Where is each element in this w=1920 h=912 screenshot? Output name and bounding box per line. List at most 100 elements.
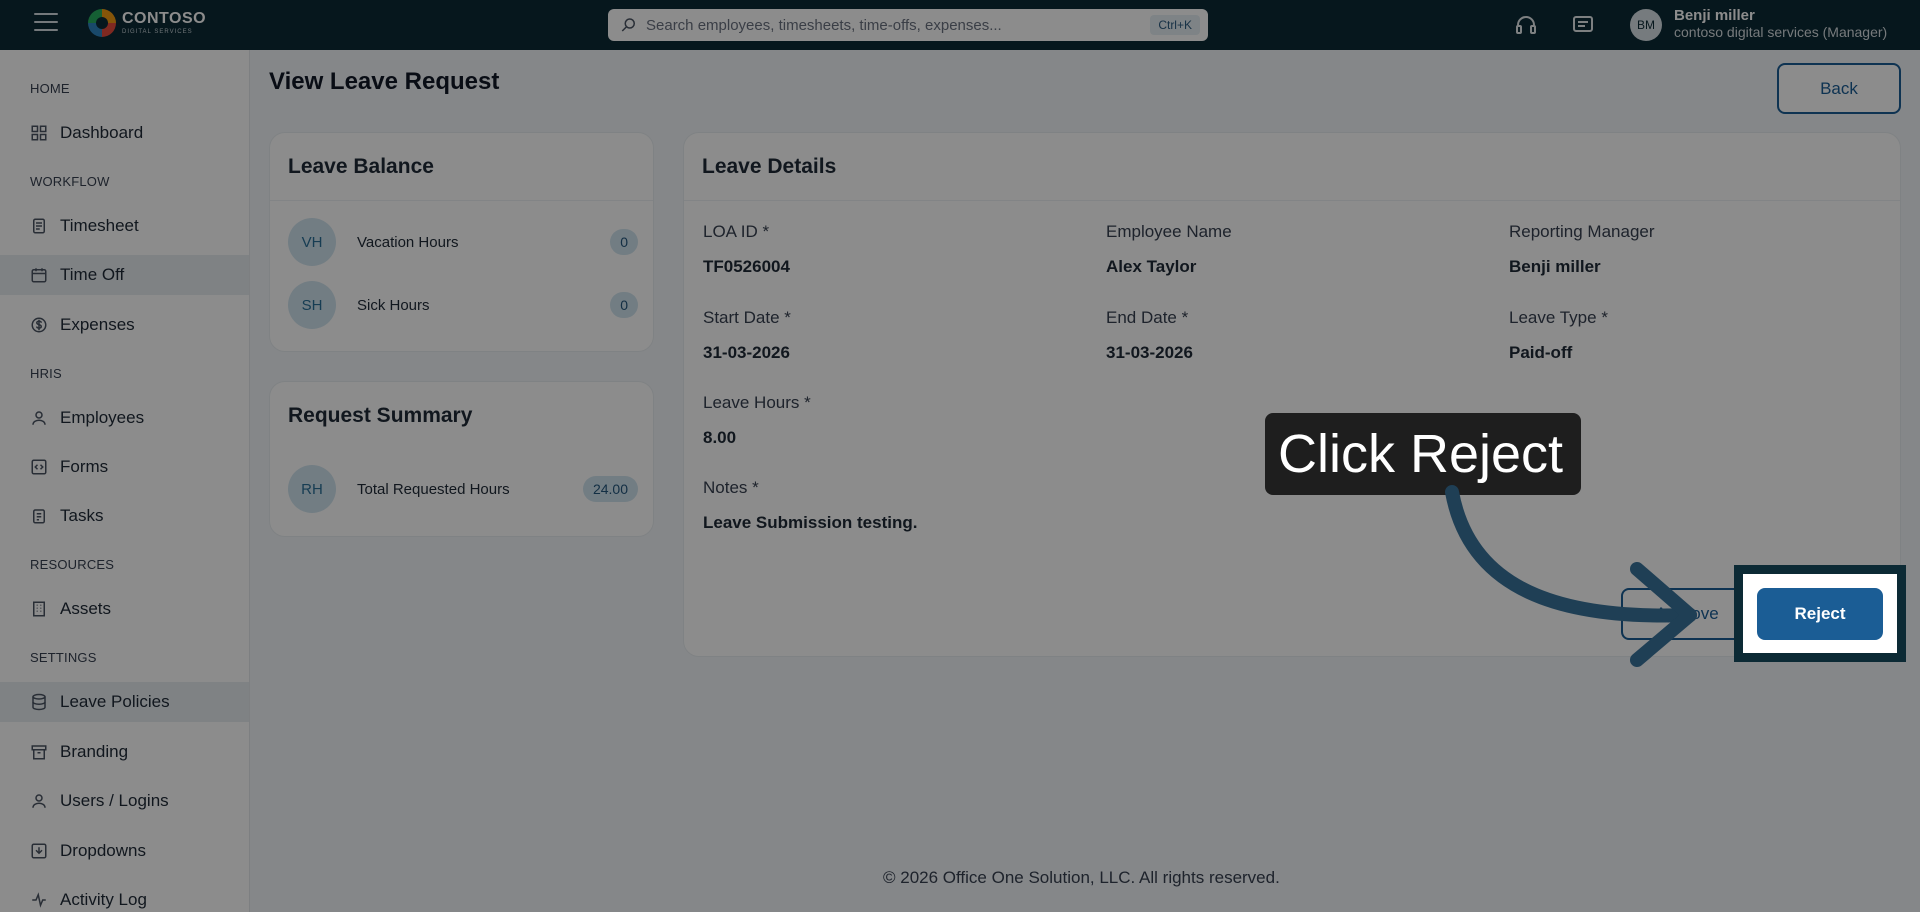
user-avatar[interactable]: BM <box>1630 9 1662 41</box>
search-input[interactable] <box>646 16 1151 34</box>
activity-icon <box>32 892 46 908</box>
summary-label: Total Requested Hours <box>357 480 510 498</box>
user-name: Benji miller <box>1674 7 1755 24</box>
sidebar-section-home: HOME <box>30 81 70 96</box>
employee-name-value: Alex Taylor <box>1106 257 1197 276</box>
page-title: View Leave Request <box>269 68 500 95</box>
employee-name-label: Employee Name <box>1106 222 1232 241</box>
sidebar-item-expenses[interactable]: Expenses <box>0 305 249 345</box>
sidebar-item-label: Timesheet <box>60 216 139 235</box>
balance-chip: SH <box>288 281 336 329</box>
leave-hours-value: 8.00 <box>703 428 737 447</box>
sidebar-item-timesheet[interactable]: Timesheet <box>0 206 249 246</box>
sidebar-section-hris: HRIS <box>30 366 62 381</box>
sidebar-item-label: Expenses <box>60 315 135 334</box>
dollar-icon <box>31 317 47 333</box>
summary-count: 24.00 <box>582 476 638 502</box>
company-logo[interactable]: CONTOSO DIGITAL SERVICES <box>88 9 206 37</box>
leave-type-value: Paid-off <box>1509 343 1573 362</box>
balance-label: Sick Hours <box>357 296 430 314</box>
loa-id-label: LOA ID * <box>703 222 770 241</box>
sidebar-item-label: Dashboard <box>60 123 144 142</box>
user-icon <box>32 794 46 808</box>
sidebar: HOME Dashboard WORKFLOW Timesheet Time O… <box>0 50 250 912</box>
start-date-value: 31-03-2026 <box>703 343 790 362</box>
sidebar-section-resources: RESOURCES <box>30 557 115 572</box>
sidebar-item-time-off[interactable]: Time Off <box>0 255 249 295</box>
sidebar-item-forms[interactable]: Forms <box>0 447 249 487</box>
balance-count: 0 <box>610 229 638 255</box>
list-item: SH Sick Hours 0 <box>288 281 638 329</box>
tutorial-highlight: Reject <box>1734 565 1906 662</box>
calendar-icon <box>31 268 47 283</box>
notes-label: Notes * <box>703 478 759 497</box>
sidebar-item-label: Activity Log <box>60 890 147 909</box>
reject-button[interactable]: Reject <box>1757 588 1883 640</box>
sidebar-item-label: Leave Policies <box>60 692 170 711</box>
logo-name: CONTOSO <box>122 10 207 27</box>
reporting-manager-label: Reporting Manager <box>1509 222 1655 241</box>
search-icon <box>621 18 635 32</box>
list-item: RH Total Requested Hours 24.00 <box>288 465 638 513</box>
request-summary-card: Request Summary RH Total Requested Hours… <box>269 381 654 537</box>
code-form-icon <box>31 459 47 475</box>
menu-toggle-button[interactable] <box>34 13 58 35</box>
end-date-value: 31-03-2026 <box>1106 343 1193 362</box>
leave-details-card: Leave Details LOA ID * TF0526004 Employe… <box>683 132 1901 657</box>
tasks-icon <box>33 509 45 524</box>
loa-id-value: TF0526004 <box>703 257 790 276</box>
user-role: contoso digital services (Manager) <box>1674 24 1888 41</box>
sidebar-item-label: Tasks <box>60 506 104 525</box>
summary-chip: RH <box>288 465 336 513</box>
sidebar-item-dropdowns[interactable]: Dropdowns <box>0 831 249 871</box>
card-title: Leave Balance <box>288 155 434 178</box>
sidebar-item-branding[interactable]: Branding <box>0 732 249 772</box>
user-menu[interactable]: Benji miller contoso digital services (M… <box>1674 7 1887 40</box>
sidebar-item-label: Branding <box>60 742 129 761</box>
user-icon <box>32 411 46 425</box>
sidebar-section-settings: SETTINGS <box>30 650 97 665</box>
sidebar-section-workflow: WORKFLOW <box>30 174 110 189</box>
sidebar-item-label: Forms <box>60 457 109 476</box>
tutorial-callout: Click Reject <box>1265 413 1581 495</box>
sidebar-item-label: Users / Logins <box>60 791 169 810</box>
balance-chip: VH <box>288 218 336 266</box>
sidebar-item-users-logins[interactable]: Users / Logins <box>0 781 249 821</box>
sidebar-item-label: Employees <box>60 408 145 427</box>
back-button[interactable]: Back <box>1777 63 1901 114</box>
reporting-manager-value: Benji miller <box>1509 257 1601 276</box>
leave-balance-card: Leave Balance VH Vacation Hours 0 SH Sic… <box>269 132 654 352</box>
list-item: VH Vacation Hours 0 <box>288 218 638 266</box>
database-icon <box>32 693 46 711</box>
building-icon <box>33 601 45 617</box>
download-box-icon <box>31 843 47 859</box>
sidebar-item-leave-policies[interactable]: Leave Policies <box>0 682 249 722</box>
start-date-label: Start Date * <box>703 308 791 327</box>
messages-icon[interactable] <box>1571 13 1595 37</box>
sidebar-item-employees[interactable]: Employees <box>0 398 249 438</box>
sidebar-item-activity-log[interactable]: Activity Log <box>0 880 249 912</box>
dashboard-icon <box>31 125 47 141</box>
card-title: Request Summary <box>288 404 473 427</box>
card-title: Leave Details <box>702 155 837 178</box>
balance-count: 0 <box>610 292 638 318</box>
logo-subtitle: DIGITAL SERVICES <box>122 29 193 35</box>
end-date-label: End Date * <box>1106 308 1189 327</box>
timesheet-icon <box>33 218 45 234</box>
headset-icon[interactable] <box>1514 13 1538 37</box>
logo-icon <box>88 9 116 37</box>
leave-type-label: Leave Type * <box>1509 308 1608 327</box>
search-shortcut-badge: Ctrl+K <box>1150 15 1200 35</box>
archive-icon <box>31 745 47 760</box>
sidebar-item-tasks[interactable]: Tasks <box>0 496 249 536</box>
sidebar-item-label: Time Off <box>60 265 125 284</box>
global-search[interactable]: Ctrl+K <box>608 9 1208 41</box>
sidebar-item-label: Dropdowns <box>60 841 146 860</box>
sidebar-item-dashboard[interactable]: Dashboard <box>0 113 249 153</box>
footer-copyright: © 2026 Office One Solution, LLC. All rig… <box>883 868 1280 887</box>
balance-label: Vacation Hours <box>357 233 459 251</box>
sidebar-item-assets[interactable]: Assets <box>0 589 249 629</box>
sidebar-item-label: Assets <box>60 599 112 618</box>
leave-hours-label: Leave Hours * <box>703 393 811 412</box>
notes-value: Leave Submission testing. <box>703 513 918 532</box>
